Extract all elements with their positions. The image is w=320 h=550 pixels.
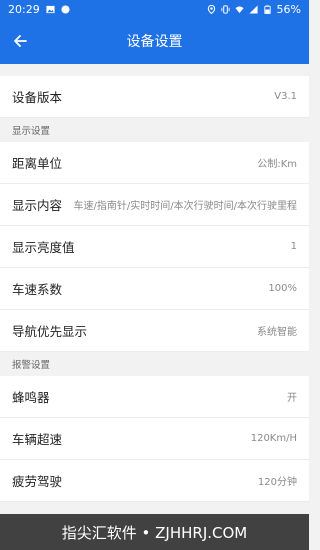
- display-settings-header: 显示设置: [0, 118, 309, 142]
- brightness-label: 显示亮度值: [12, 240, 75, 255]
- overspeed-row[interactable]: 车辆超速 120Km/H: [0, 418, 309, 460]
- fatigue-driving-value: 120分钟: [257, 477, 297, 488]
- image-icon: [46, 5, 55, 13]
- buzzer-row[interactable]: 蜂鸣器 开: [0, 376, 309, 418]
- status-bar: 20:29 56%: [0, 0, 309, 18]
- fatigue-driving-row[interactable]: 疲劳驾驶 120分钟: [0, 460, 309, 502]
- back-button[interactable]: [0, 18, 40, 64]
- display-content-value: 车速/指南针/实时时间/本次行驶时间/本次行驶里程: [73, 201, 297, 212]
- device-version-label: 设备版本: [12, 90, 63, 105]
- battery-percent: 56%: [276, 2, 301, 16]
- top-spacer: [0, 64, 309, 76]
- navigation-priority-value: 系统智能: [257, 327, 297, 338]
- device-version-value: V3.1: [274, 91, 297, 102]
- status-time: 20:29: [8, 2, 40, 16]
- display-content-label: 显示内容: [12, 198, 63, 213]
- fatigue-driving-label: 疲劳驾驶: [12, 474, 63, 489]
- battery-icon: [263, 4, 271, 14]
- display-content-row[interactable]: 显示内容 车速/指南针/实时时间/本次行驶时间/本次行驶里程: [0, 184, 309, 226]
- watermark-text: 指尖汇软件 • ZJHHRJ.COM: [61, 523, 248, 542]
- distance-unit-label: 距离单位: [12, 156, 63, 171]
- circle-icon: [61, 4, 70, 14]
- navigation-priority-label: 导航优先显示: [12, 324, 88, 339]
- navigation-priority-row[interactable]: 导航优先显示 系统智能: [0, 310, 309, 352]
- location-icon: [207, 4, 215, 14]
- overspeed-label: 车辆超速: [12, 432, 63, 447]
- brightness-value: 1: [290, 241, 297, 252]
- speed-factor-label: 车速系数: [12, 282, 63, 297]
- app-bar: 设备设置: [0, 18, 309, 64]
- buzzer-value: 开: [287, 393, 297, 404]
- speed-factor-row[interactable]: 车速系数 100%: [0, 268, 309, 310]
- device-version-row[interactable]: 设备版本 V3.1: [0, 76, 309, 118]
- distance-unit-row[interactable]: 距离单位 公制:Km: [0, 142, 309, 184]
- signal-icon: [248, 4, 258, 14]
- page-title: 设备设置: [126, 34, 183, 50]
- overspeed-value: 120Km/H: [250, 433, 297, 444]
- buzzer-label: 蜂鸣器: [12, 390, 50, 405]
- distance-unit-value: 公制:Km: [257, 159, 297, 170]
- brightness-row[interactable]: 显示亮度值 1: [0, 226, 309, 268]
- speed-factor-value: 100%: [268, 283, 297, 294]
- alarm-settings-header: 报警设置: [0, 352, 309, 376]
- wifi-icon: [234, 5, 244, 13]
- vibrate-icon: [220, 4, 230, 14]
- watermark-banner: 指尖汇软件 • ZJHHRJ.COM: [0, 514, 309, 550]
- back-arrow-icon: [14, 35, 27, 47]
